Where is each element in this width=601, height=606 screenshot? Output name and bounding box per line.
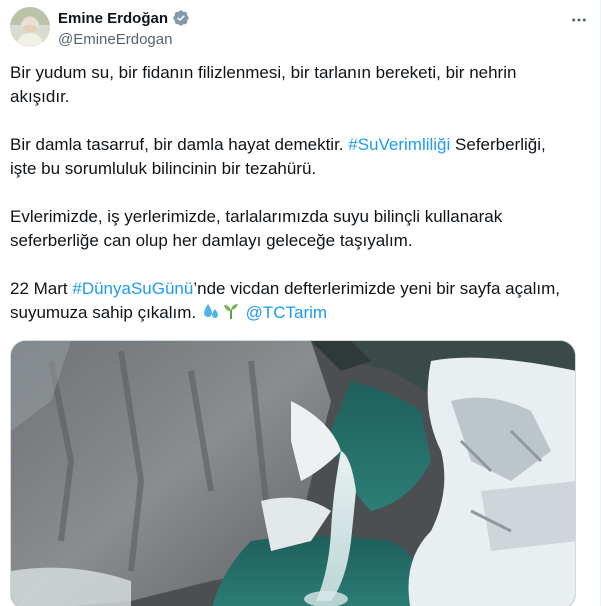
more-options-icon[interactable] xyxy=(568,9,590,31)
verified-badge-icon xyxy=(172,9,190,27)
display-name[interactable]: Emine Erdoğan xyxy=(58,10,168,27)
author-names: Emine Erdoğan @EmineErdogan xyxy=(58,8,190,50)
tweet-text-span: Bir damla tasarruf, bir damla hayat deme… xyxy=(10,135,349,154)
waterfall-photo xyxy=(11,341,575,606)
tweet-header: Emine Erdoğan @EmineErdogan xyxy=(10,7,590,51)
author-handle[interactable]: @EmineErdogan xyxy=(58,30,190,50)
tweet-text-span: Evlerimizde, iş yerlerimizde, tarlalarım… xyxy=(10,207,503,250)
tweet-photo[interactable] xyxy=(10,340,576,606)
seedling-emoji-icon xyxy=(221,301,241,328)
avatar[interactable] xyxy=(10,7,50,47)
tweet-card: Emine Erdoğan @EmineErdogan Bir yudum su… xyxy=(0,0,601,606)
avatar-image xyxy=(10,7,50,47)
hashtag-link[interactable]: #SuVerimliliği xyxy=(348,135,450,154)
tweet-paragraph: Bir yudum su, bir fidanın filizlenmesi, … xyxy=(10,61,575,109)
tweet-text: Bir yudum su, bir fidanın filizlenmesi, … xyxy=(10,61,575,328)
mention-link[interactable]: @TCTarim xyxy=(246,303,327,322)
hashtag-link[interactable]: #DünyaSuGünü xyxy=(72,279,193,298)
tweet-text-span: Bir yudum su, bir fidanın filizlenmesi, … xyxy=(10,63,517,106)
droplets-emoji-icon xyxy=(201,301,221,328)
tweet-paragraph: 22 Mart #DünyaSuGünü’nde vicdan defterle… xyxy=(10,277,575,328)
tweet-text-span: 22 Mart xyxy=(10,279,73,298)
tweet-paragraph: Bir damla tasarruf, bir damla hayat deme… xyxy=(10,133,575,181)
tweet-paragraph: Evlerimizde, iş yerlerimizde, tarlalarım… xyxy=(10,205,575,253)
